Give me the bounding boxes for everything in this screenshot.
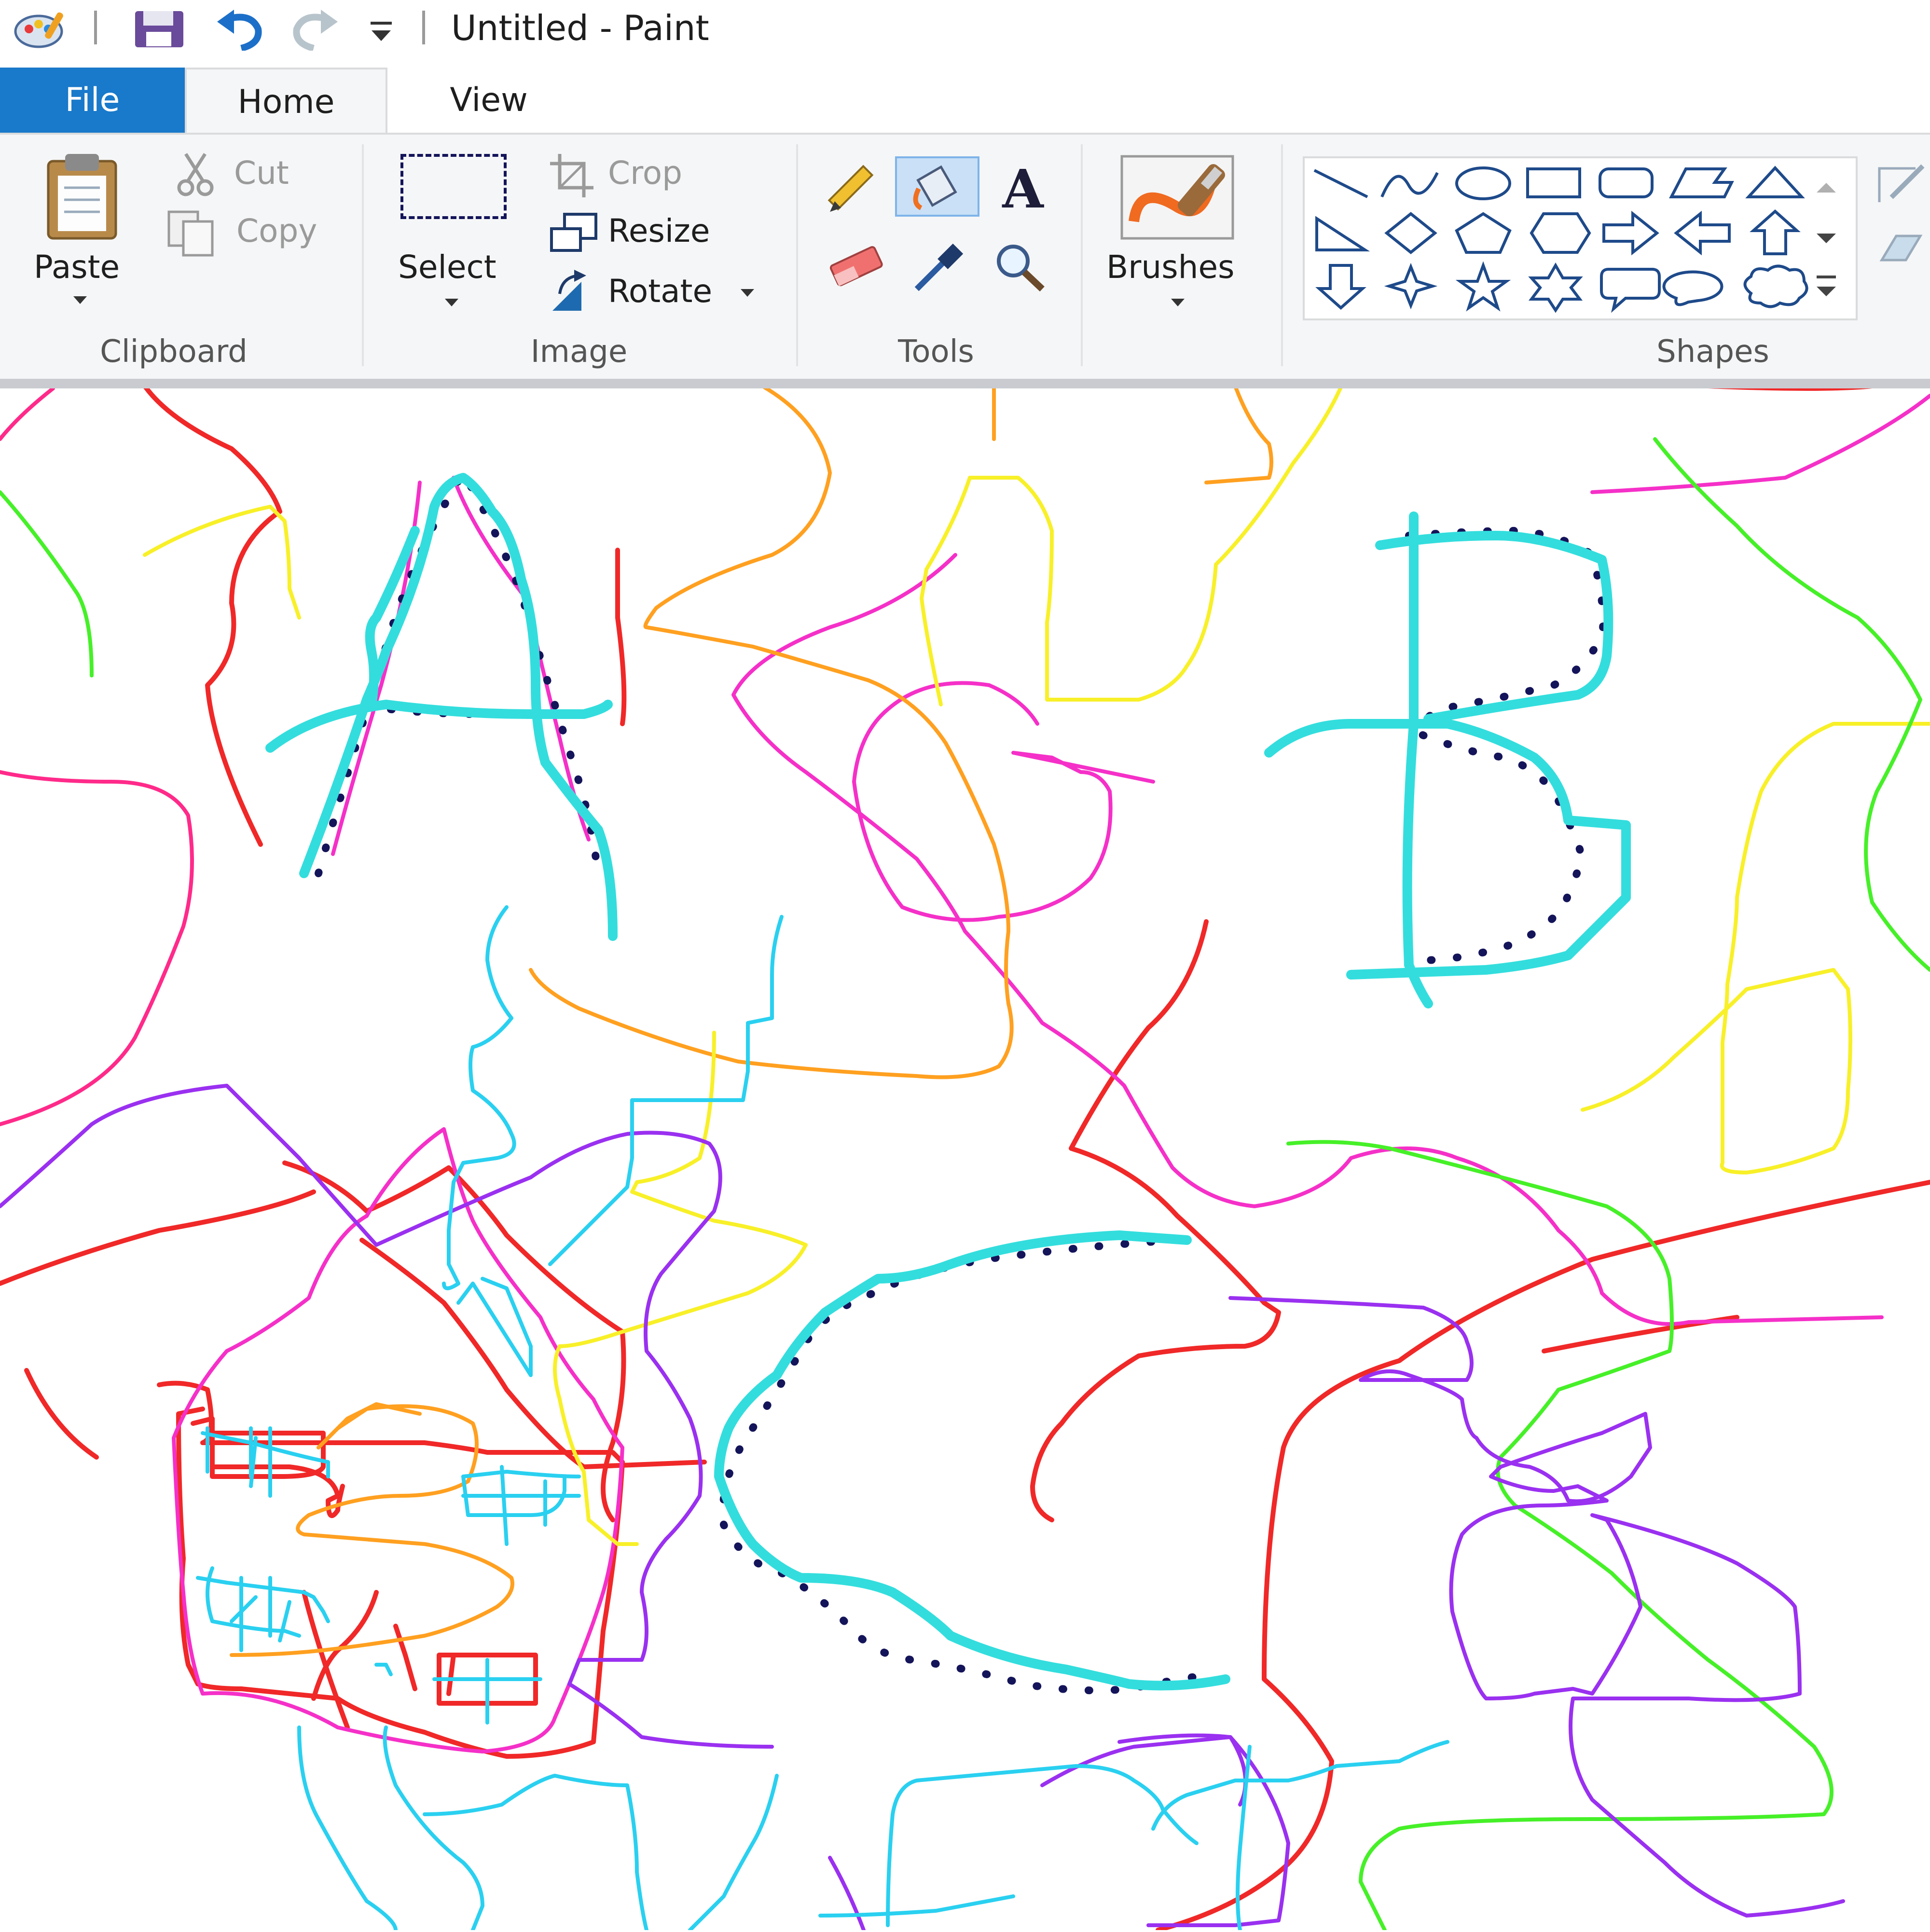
shapes-scroll-up-icon[interactable]: [1800, 164, 1853, 217]
window-title: Untitled - Paint: [451, 8, 709, 48]
brushes-dropdown-icon: [1171, 299, 1185, 306]
title-separator: [94, 11, 97, 44]
left-arrow-shape[interactable]: [1674, 210, 1731, 256]
resize-button[interactable]: Resize: [548, 209, 731, 258]
group-separator: [1081, 144, 1083, 366]
rotate-icon: [552, 270, 586, 311]
cloud-callout-shape[interactable]: [1743, 264, 1808, 308]
image-group-label: Image: [530, 334, 628, 370]
five-point-star-shape[interactable]: [1455, 261, 1511, 312]
crop-button[interactable]: Crop: [548, 152, 712, 200]
brushes-button[interactable]: Brushes: [1100, 154, 1254, 323]
paint-app-icon[interactable]: [12, 7, 70, 51]
tab-file[interactable]: File: [0, 68, 185, 133]
crop-label: Crop: [608, 154, 683, 192]
clipboard-icon: [47, 154, 117, 240]
group-separator: [796, 144, 798, 366]
pink-strokes: [0, 386, 194, 1126]
shapes-expand-icon[interactable]: [1800, 265, 1853, 318]
cut-label: Cut: [234, 154, 289, 192]
right-arrow-shape[interactable]: [1602, 210, 1659, 256]
oval-shape[interactable]: [1455, 166, 1511, 200]
save-icon[interactable]: [133, 9, 186, 50]
select-label: Select: [398, 248, 496, 286]
tools-group-label: Tools: [898, 334, 974, 370]
cut-button[interactable]: Cut: [174, 152, 318, 200]
brushes-label: Brushes: [1106, 248, 1235, 286]
ribbon: Paste Cut Copy Clipboard Select Crop Res…: [0, 133, 1930, 379]
shapes-scroll-down-icon[interactable]: [1800, 214, 1853, 267]
up-arrow-shape[interactable]: [1750, 209, 1801, 255]
brushes-icon: [1120, 155, 1234, 240]
fill-button[interactable]: [895, 156, 979, 217]
paste-button[interactable]: Paste: [19, 149, 145, 313]
line-shape[interactable]: [1313, 169, 1368, 198]
drawing-canvas[interactable]: [0, 384, 1930, 1932]
rotate-label: Rotate: [608, 273, 713, 310]
yellow-strokes: [143, 384, 1930, 1546]
rectangle-shape[interactable]: [1526, 167, 1581, 198]
paste-dropdown-icon: [73, 296, 87, 304]
color-picker-icon[interactable]: [910, 241, 967, 294]
title-separator: [422, 11, 425, 44]
outline-icon[interactable]: [1877, 161, 1930, 209]
rounded-rectangle-shape[interactable]: [1599, 167, 1654, 198]
copy-button[interactable]: Copy: [166, 209, 326, 258]
shapes-gallery: [1303, 156, 1858, 320]
right-triangle-shape[interactable]: [1315, 216, 1370, 251]
ribbon-bottom-border: [0, 379, 1930, 388]
shapes-grid: [1313, 166, 1808, 313]
purple-strokes: [0, 1084, 1845, 1932]
polygon-shape[interactable]: [1669, 167, 1734, 198]
cyan-letter-strokes: [265, 473, 1631, 1691]
oval-callout-shape[interactable]: [1662, 270, 1723, 306]
redo-icon[interactable]: [290, 7, 343, 51]
select-button[interactable]: Select: [386, 154, 521, 318]
four-point-star-shape[interactable]: [1384, 262, 1438, 310]
curve-shape[interactable]: [1380, 172, 1439, 198]
select-dropdown-icon: [445, 299, 458, 306]
resize-icon: [550, 213, 597, 252]
shapes-group-label: Shapes: [1656, 334, 1769, 370]
rotate-dropdown-icon: [741, 289, 754, 297]
diamond-shape[interactable]: [1384, 212, 1437, 254]
eraser-icon[interactable]: [823, 243, 885, 291]
ribbon-tabs: File Home View: [0, 68, 1930, 133]
undo-icon[interactable]: [212, 7, 265, 51]
resize-label: Resize: [608, 212, 710, 249]
text-icon[interactable]: A: [994, 161, 1052, 217]
customize-quick-access-icon[interactable]: [367, 17, 396, 46]
scissors-icon: [177, 153, 214, 196]
copy-label: Copy: [236, 212, 317, 249]
rounded-callout-shape[interactable]: [1600, 268, 1661, 313]
title-bar: Untitled - Paint: [0, 0, 1930, 63]
canvas-drawing: [0, 384, 1930, 1932]
copy-icon: [167, 210, 214, 257]
rotate-button[interactable]: Rotate: [548, 270, 770, 318]
paste-label: Paste: [34, 248, 120, 286]
down-arrow-shape[interactable]: [1315, 264, 1366, 310]
group-separator: [362, 144, 364, 366]
hexagon-shape[interactable]: [1530, 212, 1591, 254]
clipboard-group-label: Clipboard: [100, 334, 248, 370]
select-icon: [400, 154, 507, 219]
crop-icon: [550, 154, 593, 197]
fill-icon: [913, 165, 957, 210]
pencil-icon[interactable]: [823, 164, 881, 217]
tab-home[interactable]: Home: [185, 68, 387, 133]
magnifier-icon[interactable]: [992, 241, 1049, 294]
six-point-star-shape[interactable]: [1528, 262, 1583, 313]
pentagon-shape[interactable]: [1455, 212, 1512, 254]
fill-style-icon[interactable]: [1877, 221, 1930, 270]
group-separator: [1281, 144, 1283, 366]
triangle-shape[interactable]: [1745, 166, 1805, 198]
tab-view[interactable]: View: [387, 68, 590, 133]
